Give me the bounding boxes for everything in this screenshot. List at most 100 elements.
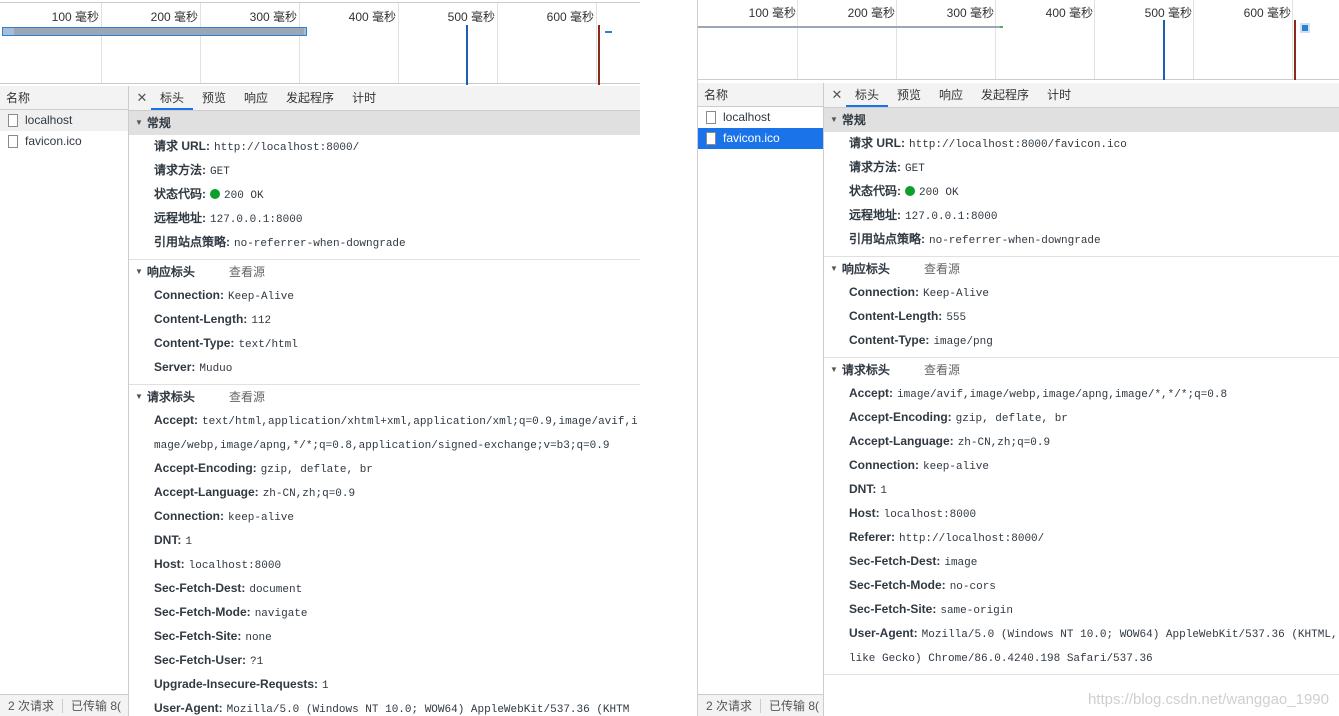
view-source-link[interactable]: 查看源: [924, 358, 960, 382]
header-value: GET: [905, 163, 925, 175]
tab-preview[interactable]: 预览: [193, 86, 235, 110]
request-detail-pane: ✕ 标头 预览 响应 发起程序 计时 ▼ 常规 请求 URL: http://lo…: [824, 83, 1339, 716]
header-value: gzip, deflate, br: [260, 464, 373, 476]
triangle-down-icon: ▼: [135, 267, 143, 276]
general-section: ▼ 常规 请求 URL: http://localhost:8000/请求方法: G…: [129, 111, 640, 260]
timeline-gridline: [200, 3, 201, 83]
response-headers-header[interactable]: ▼ 响应标头 查看源: [129, 260, 640, 284]
name-column-header[interactable]: 名称: [0, 86, 128, 110]
timeline-gridline: [1193, 0, 1194, 79]
header-key: Sec-Fetch-Site:: [849, 602, 937, 616]
timeline-tick-label: 200 毫秒: [847, 6, 895, 20]
general-section-header[interactable]: ▼ 常规: [129, 111, 640, 135]
status-ok-icon: [905, 186, 915, 196]
document-icon: [8, 135, 18, 148]
devtools-panel-left: 100 毫秒 200 毫秒 300 毫秒 400 毫秒 500 毫秒 600 毫…: [0, 0, 640, 716]
request-row-favicon[interactable]: favicon.ico: [698, 128, 823, 149]
header-key: Accept-Language:: [849, 434, 954, 448]
view-source-link[interactable]: 查看源: [229, 260, 265, 284]
view-source-link[interactable]: 查看源: [229, 385, 265, 409]
triangle-down-icon: ▼: [135, 392, 143, 401]
request-headers-header[interactable]: ▼ 请求标头 查看源: [129, 385, 640, 409]
network-timeline[interactable]: 100 毫秒 200 毫秒 300 毫秒 400 毫秒 500 毫秒 600 毫…: [698, 0, 1339, 80]
header-key: Accept-Encoding:: [849, 410, 952, 424]
general-rows: 请求 URL: http://localhost:8000/请求方法: GET 状态代…: [129, 135, 640, 255]
header-key: Host:: [849, 506, 880, 520]
header-value: localhost:8000: [883, 509, 977, 521]
header-key: 引用站点策略:: [154, 235, 230, 249]
name-column-header[interactable]: 名称: [698, 83, 823, 107]
request-row-localhost[interactable]: localhost: [698, 107, 823, 128]
timeline-tick-label: 200 毫秒: [150, 10, 198, 24]
header-row: 请求方法: GET: [824, 156, 1339, 180]
view-source-link[interactable]: 查看源: [924, 257, 960, 281]
header-row: Upgrade-Insecure-Requests: 1: [129, 673, 640, 697]
header-key: Upgrade-Insecure-Requests:: [154, 677, 319, 691]
dom-content-loaded-line: [466, 25, 468, 85]
header-key: 请求 URL:: [154, 139, 210, 153]
header-value: 555: [946, 312, 967, 324]
header-row: Sec-Fetch-Dest: document: [129, 577, 640, 601]
header-key: Sec-Fetch-Mode:: [849, 578, 946, 592]
header-row: Referer: http://localhost:8000/: [824, 526, 1339, 550]
request-row-favicon[interactable]: favicon.ico: [0, 131, 128, 152]
triangle-down-icon: ▼: [830, 264, 838, 273]
network-timeline[interactable]: 100 毫秒 200 毫秒 300 毫秒 400 毫秒 500 毫秒 600 毫…: [0, 2, 640, 85]
header-key: Sec-Fetch-Mode:: [154, 605, 251, 619]
header-key: 请求 URL:: [849, 136, 905, 150]
response-headers-header[interactable]: ▼ 响应标头 查看源: [824, 257, 1339, 281]
tab-preview[interactable]: 预览: [888, 83, 930, 107]
header-row: Host: localhost:8000: [824, 502, 1339, 526]
tab-initiator[interactable]: 发起程序: [972, 83, 1038, 107]
request-header-rows: Accept: image/avif,image/webp,image/apng,…: [824, 382, 1339, 670]
header-value: Mozilla/5.0 (Windows NT 10.0; WOW64) App…: [849, 629, 1338, 665]
document-icon: [706, 132, 716, 145]
section-title: 响应标头: [841, 262, 890, 276]
header-value: 127.0.0.1:8000: [210, 214, 303, 226]
header-row: Host: localhost:8000: [129, 553, 640, 577]
header-value: http://localhost:8000/: [899, 533, 1045, 545]
header-row: Sec-Fetch-Mode: navigate: [129, 601, 640, 625]
request-headers-section: ▼ 请求标头 查看源 Accept: text/html,application/…: [129, 385, 640, 716]
request-headers-section: ▼ 请求标头 查看源 Accept: image/avif,image/webp,…: [824, 358, 1339, 675]
header-row: Content-Type: image/png: [824, 329, 1339, 353]
header-key: Sec-Fetch-Dest:: [849, 554, 941, 568]
timeline-gridline: [797, 0, 798, 79]
request-name: favicon.ico: [723, 131, 780, 145]
header-value: keep-alive: [228, 512, 295, 524]
section-title: 请求标头: [146, 390, 195, 404]
request-row-localhost[interactable]: localhost: [0, 110, 128, 131]
timeline-gridline: [1094, 0, 1095, 79]
close-icon[interactable]: ✕: [133, 86, 151, 110]
section-title: 常规: [146, 116, 171, 130]
header-key: User-Agent:: [849, 626, 918, 640]
header-key: Content-Type:: [849, 333, 930, 347]
tab-timing[interactable]: 计时: [1038, 83, 1080, 107]
request-headers-header[interactable]: ▼ 请求标头 查看源: [824, 358, 1339, 382]
header-row: Accept-Language: zh-CN,zh;q=0.9: [129, 481, 640, 505]
header-key: Sec-Fetch-Site:: [154, 629, 242, 643]
header-value: gzip, deflate, br: [955, 413, 1068, 425]
tab-headers[interactable]: 标头: [846, 83, 889, 107]
header-value: 200 OK: [224, 190, 264, 202]
header-row: DNT: 1: [824, 478, 1339, 502]
header-key: Sec-Fetch-User:: [154, 653, 247, 667]
request-detail-pane: ✕ 标头 预览 响应 发起程序 计时 ▼ 常规 请求 URL: http://lo…: [129, 86, 640, 716]
triangle-down-icon: ▼: [135, 118, 143, 127]
general-section-header[interactable]: ▼ 常规: [824, 108, 1339, 132]
timeline-tick-label: 500 毫秒: [447, 10, 495, 24]
header-row: Sec-Fetch-Site: none: [129, 625, 640, 649]
header-row: Connection: keep-alive: [129, 505, 640, 529]
tab-initiator[interactable]: 发起程序: [277, 86, 343, 110]
header-value: ?1: [250, 656, 264, 668]
header-value: Muduo: [199, 363, 233, 375]
close-icon[interactable]: ✕: [828, 83, 846, 107]
tab-timing[interactable]: 计时: [343, 86, 385, 110]
header-key: Connection:: [154, 509, 224, 523]
tab-headers[interactable]: 标头: [151, 86, 194, 110]
tab-response[interactable]: 响应: [235, 86, 277, 110]
document-icon: [706, 111, 716, 124]
header-key: Content-Type:: [154, 336, 235, 350]
tab-response[interactable]: 响应: [930, 83, 972, 107]
timeline-gridline: [398, 3, 399, 83]
